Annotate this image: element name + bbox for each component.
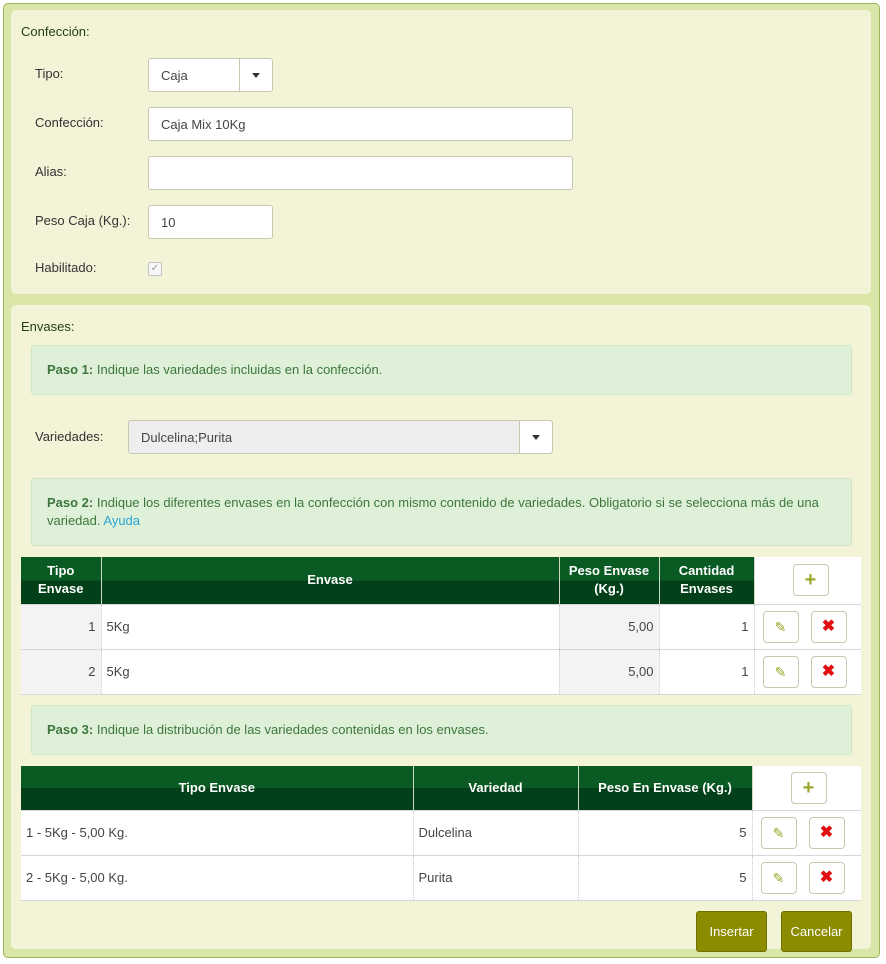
- cell-variedad: Dulcelina: [413, 809, 579, 855]
- edit-button[interactable]: ✎: [760, 816, 797, 849]
- variedades-select-toggle[interactable]: [519, 421, 552, 453]
- table-row: 2 - 5Kg - 5,00 Kg. Purita 5 ✎ ✖: [21, 854, 861, 901]
- cell-peso: 5,00: [559, 603, 660, 649]
- tipo-label: Tipo:: [35, 66, 64, 81]
- envases-table: Tipo Envase Envase Peso Envase (Kg.) Canti…: [21, 557, 861, 695]
- variedades-label: Variedades:: [35, 429, 104, 444]
- insertar-button[interactable]: Insertar: [696, 911, 767, 952]
- col-tipo-envase: Tipo Envase: [21, 557, 102, 604]
- confeccion-label: Confección:: [35, 115, 104, 130]
- add-envase-button[interactable]: +: [792, 564, 829, 597]
- paso3-strong: Paso 3:: [47, 722, 94, 737]
- cancelar-button[interactable]: Cancelar: [781, 911, 852, 952]
- edit-button[interactable]: ✎: [760, 861, 797, 894]
- table-row: 1 5Kg 5,00 1 ✎ ✖: [21, 603, 861, 649]
- peso-caja-label: Peso Caja (Kg.):: [35, 213, 131, 228]
- edit-button[interactable]: ✎: [762, 655, 799, 688]
- delete-button[interactable]: ✖: [808, 861, 845, 894]
- confeccion-input[interactable]: Caja Mix 10Kg: [148, 107, 573, 141]
- cell-actions: ✎ ✖: [752, 854, 861, 901]
- tipo-select[interactable]: Caja: [148, 58, 273, 92]
- delete-icon: ✖: [819, 823, 834, 841]
- cell-envase: 5Kg: [101, 603, 560, 649]
- envases-section-title: Envases:: [21, 319, 75, 334]
- paso2-text: Indique los diferentes envases en la con…: [47, 495, 819, 528]
- edit-button[interactable]: ✎: [762, 610, 799, 643]
- col-variedad: Variedad: [413, 766, 579, 810]
- chevron-down-icon: [252, 72, 260, 78]
- delete-icon: ✖: [821, 662, 836, 680]
- form-container: Confección: Tipo: Caja Confección: Caja …: [3, 3, 880, 958]
- cell-cantidad: 1: [659, 603, 755, 649]
- paso2-strong: Paso 2:: [47, 495, 94, 510]
- edit-icon: ✎: [772, 869, 785, 886]
- paso1-strong: Paso 1:: [47, 362, 94, 377]
- paso3-alert: Paso 3: Indique la distribución de las v…: [31, 705, 852, 755]
- cell-peso: 5: [578, 854, 753, 901]
- habilitado-label: Habilitado:: [35, 260, 97, 275]
- peso-caja-input[interactable]: 10: [148, 205, 273, 239]
- table-row: 2 5Kg 5,00 1 ✎ ✖: [21, 648, 861, 695]
- chevron-down-icon: [532, 434, 540, 440]
- tipo-select-value: Caja: [161, 67, 188, 83]
- cell-tipo: 1: [21, 603, 102, 649]
- alias-input[interactable]: [148, 156, 573, 190]
- check-icon: ✓: [150, 263, 160, 274]
- distribucion-table: Tipo Envase Variedad Peso En Envase (Kg.…: [21, 766, 861, 901]
- cell-tipo: 2: [21, 648, 102, 695]
- col-peso-en-envase: Peso En Envase (Kg.): [578, 766, 753, 810]
- cell-peso: 5: [578, 809, 753, 855]
- edit-icon: ✎: [772, 824, 785, 841]
- tipo-select-toggle[interactable]: [239, 59, 272, 91]
- cell-variedad: Purita: [413, 854, 579, 901]
- alias-label: Alias:: [35, 164, 67, 179]
- edit-icon: ✎: [774, 618, 787, 635]
- envases-panel: Envases: Paso 1: Indique las variedades …: [11, 305, 871, 952]
- paso1-alert: Paso 1: Indique las variedades incluidas…: [31, 345, 852, 395]
- delete-icon: ✖: [819, 868, 834, 886]
- habilitado-checkbox[interactable]: ✓: [148, 262, 162, 276]
- cell-cantidad: 1: [659, 648, 755, 695]
- confeccion-section-title: Confección:: [21, 24, 90, 39]
- cell-envase: 5Kg: [101, 648, 560, 695]
- col-actions: +: [752, 766, 861, 810]
- table-row: 1 - 5Kg - 5,00 Kg. Dulcelina 5 ✎ ✖: [21, 809, 861, 855]
- col-tipo-envase: Tipo Envase: [21, 766, 414, 810]
- variedades-select[interactable]: Dulcelina;Purita: [128, 420, 553, 454]
- paso1-text: Indique las variedades incluidas en la c…: [96, 362, 383, 377]
- col-peso-envase: Peso Envase (Kg.): [559, 557, 660, 604]
- add-distribucion-button[interactable]: +: [790, 771, 827, 804]
- confeccion-panel: Confección: Tipo: Caja Confección: Caja …: [11, 10, 871, 294]
- col-actions: +: [754, 557, 861, 604]
- cell-peso: 5,00: [559, 648, 660, 695]
- col-cantidad-envases: Cantidad Envases: [659, 557, 755, 604]
- paso2-alert: Paso 2: Indique los diferentes envases e…: [31, 478, 852, 546]
- delete-button[interactable]: ✖: [808, 816, 845, 849]
- cell-actions: ✎ ✖: [754, 648, 861, 695]
- cell-actions: ✎ ✖: [752, 809, 861, 855]
- cell-tipo-envase: 1 - 5Kg - 5,00 Kg.: [21, 809, 414, 855]
- cell-tipo-envase: 2 - 5Kg - 5,00 Kg.: [21, 854, 414, 901]
- edit-icon: ✎: [774, 663, 787, 680]
- delete-button[interactable]: ✖: [810, 655, 847, 688]
- ayuda-link[interactable]: Ayuda: [103, 513, 140, 528]
- delete-icon: ✖: [821, 617, 836, 635]
- col-envase: Envase: [101, 557, 560, 604]
- variedades-select-value: Dulcelina;Purita: [141, 429, 233, 445]
- paso3-text: Indique la distribución de las variedade…: [96, 722, 489, 737]
- cell-actions: ✎ ✖: [754, 603, 861, 649]
- delete-button[interactable]: ✖: [810, 610, 847, 643]
